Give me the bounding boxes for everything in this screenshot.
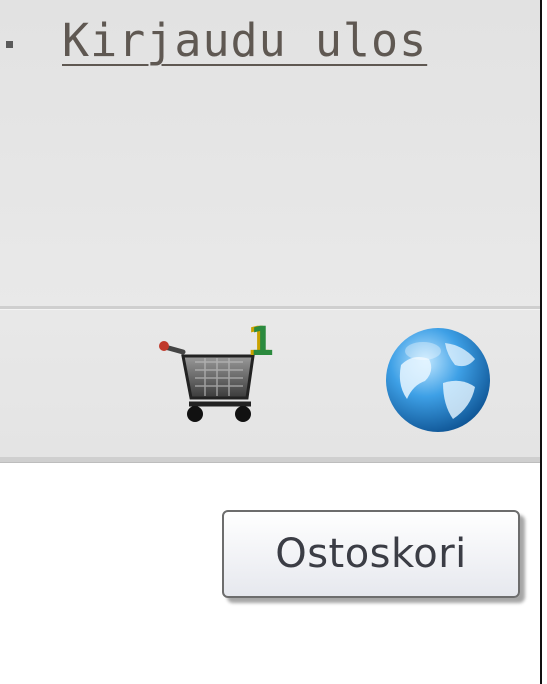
language-button[interactable] <box>383 325 493 435</box>
globe-icon <box>386 328 490 432</box>
cart-count-badge: 1 <box>250 319 275 365</box>
separator-dot <box>6 41 13 48</box>
cart-tooltip: Ostoskori <box>222 510 520 598</box>
logout-link[interactable]: Kirjaudu ulos <box>62 14 427 67</box>
tooltip-text: Ostoskori <box>275 531 467 577</box>
page: Kirjaudu ulos 1 Ostoskori <box>0 0 547 684</box>
toolbar-divider <box>0 457 540 463</box>
window-edge <box>540 0 547 684</box>
